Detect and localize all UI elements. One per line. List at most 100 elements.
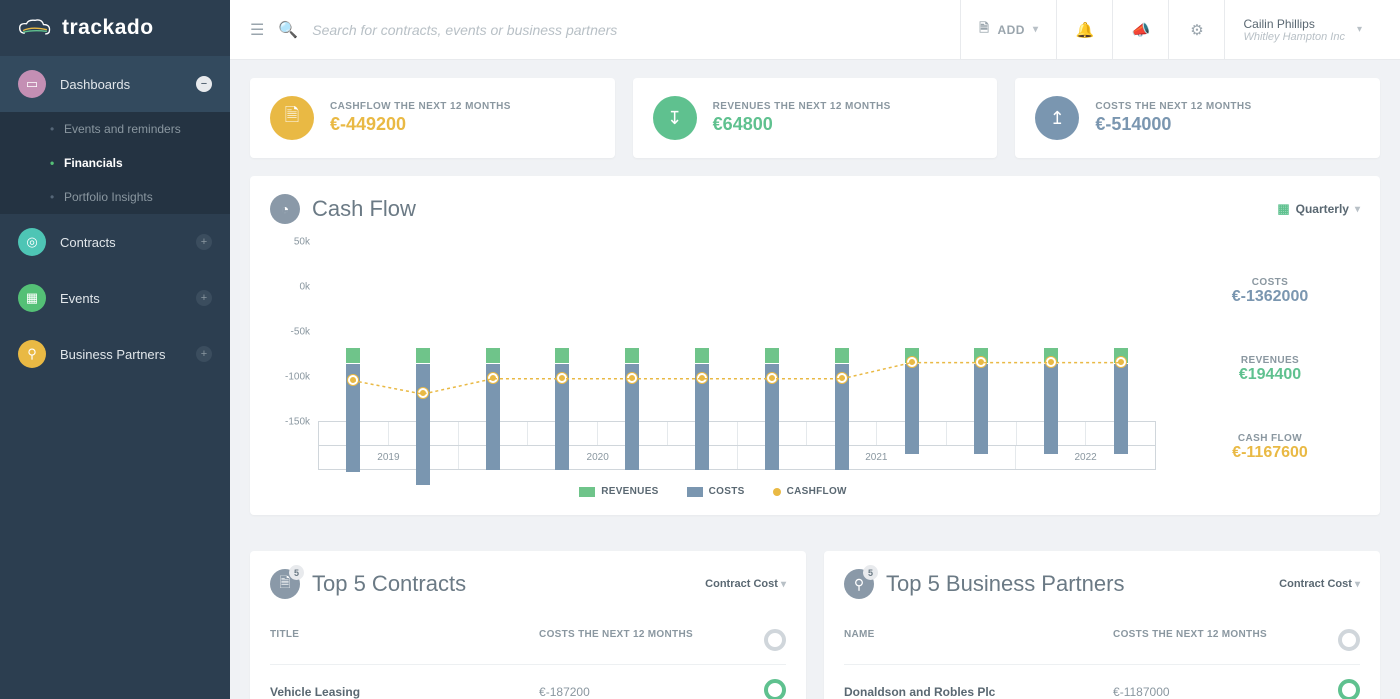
chart-side-stats: COSTS €-1362000 REVENUES €194400 CASH FL… xyxy=(1180,242,1360,497)
chevron-down-icon: ▾ xyxy=(1355,579,1360,590)
table-row[interactable]: Donaldson and Robles Plc €-1187000 xyxy=(844,665,1360,699)
panel-title: Cash Flow xyxy=(312,196,416,222)
calendar-icon: ▦ xyxy=(1277,201,1289,217)
sort-dropdown[interactable]: Contract Cost ▾ xyxy=(705,578,786,590)
kpi-value: €64800 xyxy=(713,114,891,135)
sidebar-label: Business Partners xyxy=(60,347,182,362)
point-cashflow xyxy=(1046,357,1056,367)
sidebar-label: Contracts xyxy=(60,235,182,250)
bar-cost xyxy=(974,364,988,454)
badge: 5 xyxy=(863,565,878,580)
kpi-cashflow: 🗎 CASHFLOW THE NEXT 12 MONTHS €-449200 xyxy=(250,78,615,158)
expand-icon[interactable]: + xyxy=(196,234,212,250)
revenues-icon: ↧ xyxy=(653,96,697,140)
add-label: ADD xyxy=(997,23,1025,37)
kpi-revenues: ↧ REVENUES THE NEXT 12 MONTHS €64800 xyxy=(633,78,998,158)
subnav-financials[interactable]: Financials xyxy=(0,146,230,180)
partners-panel-icon: ⚲5 xyxy=(844,569,874,599)
sidebar-item-events[interactable]: ▦ Events + xyxy=(0,270,230,326)
table-row[interactable]: Vehicle Leasing €-187200 xyxy=(270,665,786,699)
bar-revenue xyxy=(486,348,500,362)
wallet-icon: ◔ xyxy=(270,194,300,224)
stat-label: REVENUES xyxy=(1180,355,1360,366)
collapse-icon[interactable]: − xyxy=(196,76,212,92)
sidebar: trackado ▭ Dashboards − Events and remin… xyxy=(0,0,230,699)
sort-dropdown[interactable]: Contract Cost ▾ xyxy=(1279,578,1360,590)
events-icon: ▦ xyxy=(18,284,46,312)
search-input[interactable] xyxy=(312,22,946,38)
cashflow-panel: ◔ Cash Flow ▦ Quarterly ▾ 50k0k-50k-100k… xyxy=(250,176,1380,515)
period-label: Quarterly xyxy=(1296,202,1349,216)
sidebar-label: Dashboards xyxy=(60,77,182,92)
stat-label: COSTS xyxy=(1180,277,1360,288)
stat-label: CASH FLOW xyxy=(1180,433,1360,444)
kpi-row: 🗎 CASHFLOW THE NEXT 12 MONTHS €-449200 ↧… xyxy=(250,78,1380,158)
bar-cost xyxy=(416,364,430,486)
contracts-icon: ◎ xyxy=(18,228,46,256)
notifications-button[interactable]: 🔔 xyxy=(1056,0,1112,60)
top-contracts-panel: 🗎5 Top 5 Contracts Contract Cost ▾ TITLE… xyxy=(250,551,806,699)
expand-icon[interactable]: + xyxy=(196,290,212,306)
expand-icon[interactable]: + xyxy=(196,346,212,362)
y-tick: -100k xyxy=(270,372,310,383)
user-menu[interactable]: Cailin Phillips Whitley Hampton Inc ▾ xyxy=(1224,0,1380,60)
user-name: Cailin Phillips xyxy=(1243,17,1344,31)
chevron-down-icon: ▾ xyxy=(1033,24,1039,35)
col-header-cost: COSTS THE NEXT 12 MONTHS xyxy=(539,629,746,654)
y-tick: -150k xyxy=(270,417,310,428)
point-cashflow xyxy=(976,357,986,367)
ring-icon xyxy=(764,629,786,651)
megaphone-icon: 📣 xyxy=(1132,21,1151,39)
logo: trackado xyxy=(0,0,230,56)
kpi-value: €-449200 xyxy=(330,114,511,135)
row-cost: €-187200 xyxy=(539,685,746,699)
point-cashflow xyxy=(837,373,847,383)
y-tick: 0k xyxy=(270,282,310,293)
stat-value: €194400 xyxy=(1180,366,1360,384)
bar-revenue xyxy=(346,348,360,362)
y-tick: -50k xyxy=(270,327,310,338)
sidebar-item-business-partners[interactable]: ⚲ Business Partners + xyxy=(0,326,230,382)
search-icon[interactable]: 🔍 xyxy=(278,20,298,40)
row-title: Vehicle Leasing xyxy=(270,685,539,699)
stat-value: €-1362000 xyxy=(1180,288,1360,306)
sidebar-label: Events xyxy=(60,291,182,306)
partners-icon: ⚲ xyxy=(18,340,46,368)
bar-cost xyxy=(1044,364,1058,454)
logo-cloud-icon xyxy=(18,17,52,39)
bar-cost xyxy=(1114,364,1128,454)
gear-icon: ⚙ xyxy=(1190,21,1203,39)
kpi-label: REVENUES THE NEXT 12 MONTHS xyxy=(713,101,891,112)
point-cashflow xyxy=(1116,357,1126,367)
add-button[interactable]: 🗎 ADD ▾ xyxy=(960,0,1056,60)
panel-title: Top 5 Business Partners xyxy=(886,571,1124,597)
announcements-button[interactable]: 📣 xyxy=(1112,0,1168,60)
bar-revenue xyxy=(625,348,639,362)
subnav-events-reminders[interactable]: Events and reminders xyxy=(0,112,230,146)
logo-text: trackado xyxy=(62,16,154,40)
legend-swatch-revenues xyxy=(579,487,595,497)
period-dropdown[interactable]: ▦ Quarterly ▾ xyxy=(1277,201,1360,217)
ring-icon xyxy=(1338,679,1360,699)
bell-icon: 🔔 xyxy=(1076,21,1095,39)
topbar: ☰ 🔍 🗎 ADD ▾ 🔔 📣 ⚙ Cailin Phillips Whitle… xyxy=(230,0,1400,60)
settings-button[interactable]: ⚙ xyxy=(1168,0,1224,60)
chevron-down-icon: ▾ xyxy=(781,579,786,590)
subnav-portfolio-insights[interactable]: Portfolio Insights xyxy=(0,180,230,214)
col-header-cost: COSTS THE NEXT 12 MONTHS xyxy=(1113,629,1320,654)
point-cashflow xyxy=(557,373,567,383)
point-cashflow xyxy=(418,388,428,398)
row-title: Donaldson and Robles Plc xyxy=(844,685,1113,699)
x-year: 2019 xyxy=(319,446,459,469)
kpi-label: COSTS THE NEXT 12 MONTHS xyxy=(1095,101,1251,112)
sidebar-item-dashboards[interactable]: ▭ Dashboards − xyxy=(0,56,230,112)
kpi-value: €-514000 xyxy=(1095,114,1251,135)
point-cashflow xyxy=(627,373,637,383)
kpi-label: CASHFLOW THE NEXT 12 MONTHS xyxy=(330,101,511,112)
chevron-down-icon: ▾ xyxy=(1357,24,1362,35)
sidebar-item-contracts[interactable]: ◎ Contracts + xyxy=(0,214,230,270)
legend-swatch-costs xyxy=(687,487,703,497)
menu-icon[interactable]: ☰ xyxy=(250,20,264,40)
x-year: 2022 xyxy=(1016,446,1155,469)
cashflow-chart: 50k0k-50k-100k-150k Q3Q4Q1Q2Q3Q4Q1Q2Q3Q4… xyxy=(270,242,1156,497)
